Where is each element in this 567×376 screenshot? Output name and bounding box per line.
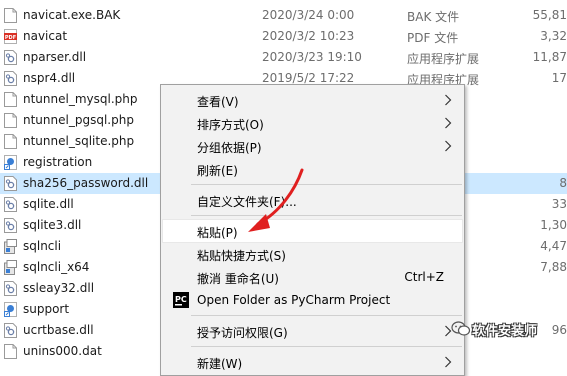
file-name: ntunnel_mysql.php xyxy=(23,92,138,106)
file-size: 4,47 xyxy=(540,239,567,253)
file-size: 33 xyxy=(551,197,567,211)
wechat-icon xyxy=(451,321,471,336)
file-date: 2020/3/24 0:00 xyxy=(262,8,355,22)
php-file-icon xyxy=(4,113,17,128)
menu-item-label: 刷新(E) xyxy=(197,164,238,178)
chevron-right-icon xyxy=(445,94,452,106)
watermark-text: 软件安装师 xyxy=(472,324,538,339)
chevron-right-icon xyxy=(445,140,452,152)
menu-item[interactable]: PC Open Folder as PyCharm Project xyxy=(163,289,462,311)
shortcut-icon xyxy=(4,155,17,170)
file-name: ucrtbase.dll xyxy=(23,323,94,337)
file-name: support xyxy=(23,302,70,316)
pdf-icon: PDF xyxy=(4,29,17,44)
menu-item-label: 排序方式(O) xyxy=(197,118,264,132)
file-size: 55,81 xyxy=(532,8,567,22)
menu-item[interactable]: 新建(W) xyxy=(163,351,462,373)
file-size: 3,32 xyxy=(540,29,567,43)
file-row[interactable]: nparser.dll 2020/3/23 19:10 应用程序扩展 11,87 xyxy=(0,47,567,68)
file-type: 应用程序扩展 xyxy=(407,52,480,66)
file-type: BAK 文件 xyxy=(407,10,460,24)
svg-text:PC: PC xyxy=(175,295,187,304)
file-name: nparser.dll xyxy=(23,50,87,64)
file-name: sha256_password.dll xyxy=(23,176,149,190)
menu-item-label: 撤消 重命名(U) xyxy=(197,272,279,286)
dll-icon xyxy=(4,323,17,338)
file-date: 2020/3/23 19:10 xyxy=(262,50,362,64)
menu-separator xyxy=(191,315,462,316)
menu-item-label: 分组依据(P) xyxy=(197,141,262,155)
menu-item[interactable]: 授予访问权限(G) xyxy=(163,320,462,342)
dll-icon xyxy=(4,176,17,191)
file-name: nspr4.dll xyxy=(23,71,76,85)
file-name: sqlite3.dll xyxy=(23,218,82,232)
file-type: PDF 文件 xyxy=(407,31,459,45)
file-size: 1,30 xyxy=(540,218,567,232)
menu-item-label: 粘贴(P) xyxy=(197,226,238,240)
file-name: navicat.exe.BAK xyxy=(23,8,121,22)
annotation-arrow xyxy=(248,168,304,232)
file-date: 2019/5/2 17:22 xyxy=(262,71,355,85)
dll-icon xyxy=(4,71,17,86)
dll-icon xyxy=(4,218,17,233)
menu-item[interactable]: 撤消 重命名(U) Ctrl+Z xyxy=(163,266,462,288)
chevron-right-icon xyxy=(445,117,452,129)
menu-separator xyxy=(191,346,462,347)
menu-item[interactable]: 查看(V) xyxy=(163,89,462,111)
file-name: registration xyxy=(23,155,93,169)
php-file-icon xyxy=(4,92,17,107)
generic-file-icon xyxy=(4,8,17,23)
file-name: navicat xyxy=(23,29,68,43)
installer-icon xyxy=(4,239,17,254)
generic-file-icon xyxy=(4,344,17,359)
file-size: 7,88 xyxy=(540,260,567,274)
file-size: 17 xyxy=(551,71,567,85)
shortcut-icon xyxy=(4,302,17,317)
file-name: ntunnel_pgsql.php xyxy=(23,113,134,127)
menu-item-label: 查看(V) xyxy=(197,95,239,109)
dll-icon xyxy=(4,50,17,65)
file-row[interactable]: navicat.exe.BAK 2020/3/24 0:00 BAK 文件 55,81 xyxy=(0,5,567,26)
file-name: sqlite.dll xyxy=(23,197,74,211)
svg-text:PDF: PDF xyxy=(5,35,16,41)
file-size: 96 xyxy=(551,323,567,337)
pycharm-icon: PC xyxy=(173,292,189,308)
file-name: sqlncli xyxy=(23,239,62,253)
menu-item-label: Open Folder as PyCharm Project xyxy=(197,293,391,307)
file-name: ntunnel_sqlite.php xyxy=(23,134,135,148)
file-date: 2020/3/2 10:23 xyxy=(262,29,355,43)
file-name: sqlncli_x64 xyxy=(23,260,90,274)
menu-item-label: 授予访问权限(G) xyxy=(197,326,288,340)
menu-item[interactable]: 排序方式(O) xyxy=(163,112,462,134)
menu-item[interactable]: 粘贴快捷方式(S) xyxy=(163,243,462,265)
file-row[interactable]: PDF navicat 2020/3/2 10:23 PDF 文件 3,32 xyxy=(0,26,567,47)
menu-item[interactable]: 分组依据(P) xyxy=(163,135,462,157)
dll-icon xyxy=(4,281,17,296)
file-name: ssleay32.dll xyxy=(23,281,95,295)
menu-item-label: 粘贴快捷方式(S) xyxy=(197,249,286,263)
installer-icon xyxy=(4,260,17,275)
menu-item-shortcut: Ctrl+Z xyxy=(404,270,444,284)
dll-icon xyxy=(4,197,17,212)
chevron-right-icon xyxy=(445,356,452,368)
file-size: 8 xyxy=(559,176,567,190)
file-size: 11,87 xyxy=(532,50,567,64)
menu-item-label: 新建(W) xyxy=(197,357,243,371)
php-file-icon xyxy=(4,134,17,149)
